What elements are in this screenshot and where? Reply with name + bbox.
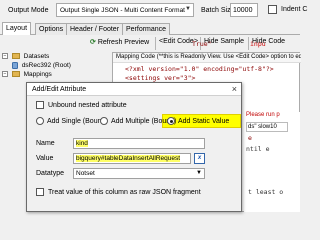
chevron-down-icon: ▼ xyxy=(185,6,191,12)
tab-performance[interactable]: Performance xyxy=(122,23,171,35)
dataset-item-label: dsRec392 (Root) xyxy=(21,62,71,70)
top-settings-bar: Output Mode Output Single JSON - Multi C… xyxy=(0,0,307,22)
treat-raw-json-checkbox[interactable] xyxy=(36,188,44,196)
tab-layout[interactable]: Layout xyxy=(2,22,32,35)
unbound-nested-label: Unbound nested attribute xyxy=(48,102,127,109)
collapse-icon[interactable]: − xyxy=(2,71,8,78)
dialog-titlebar: Add/Edit Attribute × xyxy=(27,83,241,96)
tab-options[interactable]: Options xyxy=(35,23,68,35)
datatype-value: Notset xyxy=(76,170,95,177)
name-label: Name xyxy=(36,140,55,147)
mappings-label: Mappings xyxy=(23,71,52,78)
tree-node-dataset-item[interactable]: dsRec392 (Root) xyxy=(12,62,71,69)
database-icon xyxy=(12,62,18,69)
side-input-value: 10 xyxy=(270,124,277,130)
indent-label: Indent C xyxy=(281,6,308,13)
code-fragment: ntil e xyxy=(246,145,270,153)
collapse-icon[interactable]: − xyxy=(2,53,8,60)
radio-add-multiple[interactable] xyxy=(100,117,108,125)
refresh-icon: ⟳ xyxy=(90,39,96,46)
name-field[interactable]: kind xyxy=(73,138,205,149)
code-fragment: t least o xyxy=(248,188,284,196)
code-line-xml-declaration: <?xml version="1.0" encoding="utf-8"?> xyxy=(125,65,274,73)
code-fragment: e xyxy=(248,134,252,142)
folder-icon xyxy=(11,71,20,78)
main-tabs: Layout Options Header / Footer Performan… xyxy=(0,22,300,35)
treat-raw-json-label: Treat value of this column as raw JSON f… xyxy=(48,189,201,196)
toolbar-divider xyxy=(248,37,249,50)
datatype-select[interactable]: Notset ▼ xyxy=(73,168,205,179)
tree-node-datasets[interactable]: − Datasets xyxy=(2,53,49,60)
datatype-label: Datatype xyxy=(36,170,65,177)
output-mode-value: Output Single JSON - Multi Content Forma… xyxy=(60,7,185,14)
folder-icon xyxy=(11,53,20,60)
code-fragment-input: inpu xyxy=(250,40,266,48)
code-line-settings: <settings ver="3"> xyxy=(125,74,196,82)
refresh-preview-button[interactable]: ⟳ Refresh Preview xyxy=(90,38,149,46)
code-fragment-true: True" xyxy=(192,40,212,48)
side-input-text: ds" slow xyxy=(248,124,271,130)
output-mode-label: Output Mode xyxy=(8,7,49,14)
indent-checkbox[interactable] xyxy=(268,5,277,14)
side-message: Please run p xyxy=(246,112,280,118)
unbound-nested-checkbox[interactable] xyxy=(36,101,44,109)
tree-node-mappings[interactable]: − Mappings xyxy=(2,71,52,78)
tab-header-footer[interactable]: Header / Footer xyxy=(66,23,124,35)
radio-add-static-value-label: Add Static Value xyxy=(178,118,230,125)
value-value: bigquery#tableDataInsertAllRequest xyxy=(76,155,181,162)
value-field[interactable]: bigquery#tableDataInsertAllRequest xyxy=(73,153,191,164)
dialog-title: Add/Edit Attribute xyxy=(32,86,87,93)
batch-size-input[interactable]: 10000 xyxy=(230,3,258,17)
datasets-label: Datasets xyxy=(23,53,50,60)
editor-hint: Mapping Code (**this is Readonly View. U… xyxy=(113,53,301,63)
add-edit-attribute-dialog: Add/Edit Attribute × Unbound nested attr… xyxy=(26,82,242,212)
output-mode-select[interactable]: Output Single JSON - Multi Content Forma… xyxy=(56,3,194,17)
side-input[interactable]: ds" slow10 xyxy=(246,122,288,132)
toolbar-divider xyxy=(155,37,156,50)
radio-add-static-value[interactable] xyxy=(167,117,175,125)
refresh-preview-label: Refresh Preview xyxy=(97,39,150,46)
radio-add-single[interactable] xyxy=(36,117,44,125)
close-icon[interactable]: × xyxy=(232,84,237,94)
value-label: Value xyxy=(36,155,54,162)
radio-add-single-label: Add Single (Bound) xyxy=(47,118,108,125)
name-value: kind xyxy=(76,140,88,147)
chevron-down-icon: ▼ xyxy=(196,170,202,176)
expression-button[interactable]: x xyxy=(194,153,205,164)
